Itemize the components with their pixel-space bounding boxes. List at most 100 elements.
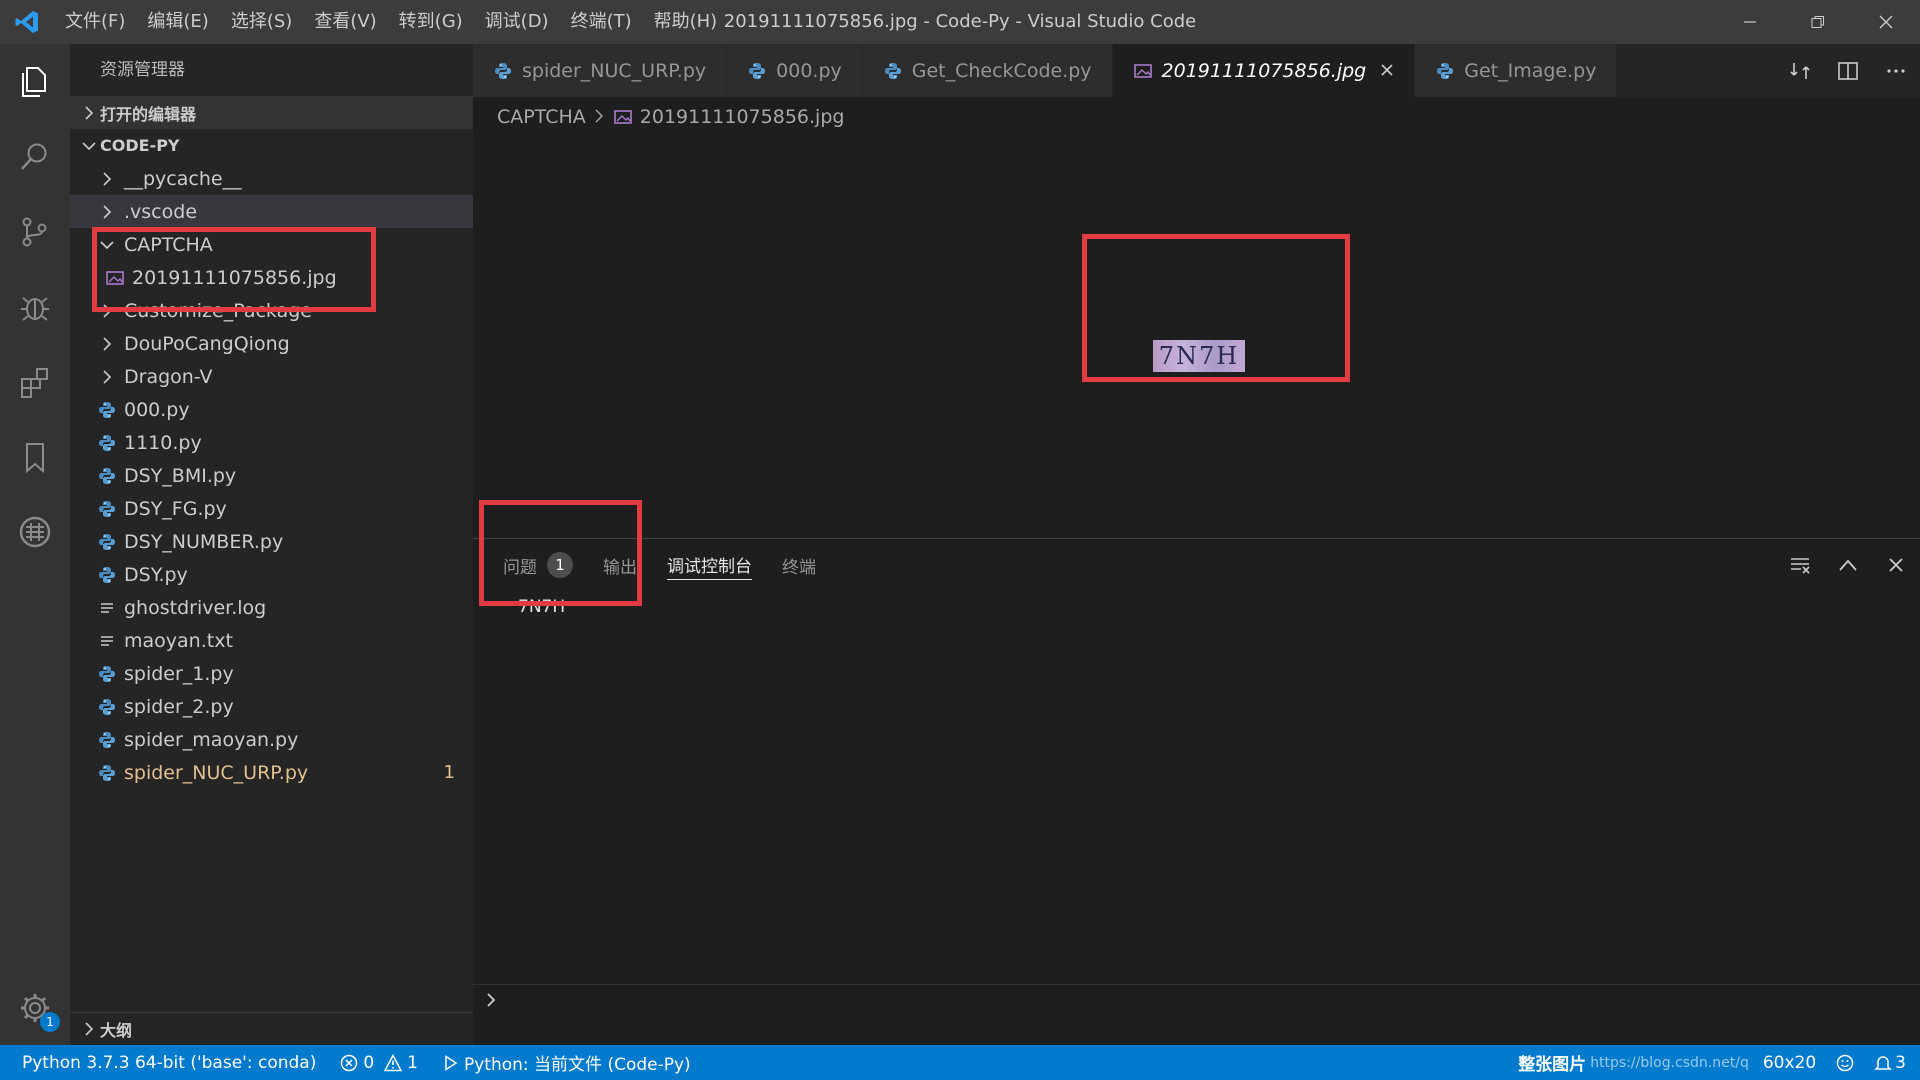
problems-status[interactable]: 0 1: [326, 1053, 428, 1073]
notifications[interactable]: 3: [1864, 1053, 1920, 1073]
menu-item[interactable]: 文件(F): [54, 0, 136, 44]
open-editors-section[interactable]: 打开的编辑器: [70, 96, 473, 129]
image-file-icon: [612, 106, 634, 128]
compare-changes-icon[interactable]: [1776, 44, 1824, 97]
clear-console-icon[interactable]: [1776, 539, 1824, 591]
breadcrumb-file[interactable]: 20191111075856.jpg: [640, 106, 845, 128]
warning-count: 1: [407, 1052, 418, 1073]
split-editor-icon[interactable]: [1824, 44, 1872, 97]
tree-file[interactable]: DSY_NUMBER.py: [70, 525, 473, 558]
python-interpreter[interactable]: Python 3.7.3 64-bit ('base': conda): [0, 1053, 326, 1073]
tab-label: 000.py: [776, 59, 842, 82]
tree-item-label: maoyan.txt: [124, 629, 233, 652]
tree-file[interactable]: DSY_BMI.py: [70, 459, 473, 492]
explorer-sidebar: 资源管理器 打开的编辑器 CODE-PY __pycache__ .vscode C…: [70, 44, 473, 1045]
debug-icon[interactable]: [0, 269, 70, 344]
outline-section[interactable]: 大纲: [70, 1012, 473, 1045]
panel-tab[interactable]: 终端: [782, 539, 816, 591]
tree-item-label: __pycache__: [124, 167, 242, 190]
python-file-icon: [883, 61, 903, 81]
console-input[interactable]: [473, 984, 1920, 1014]
panel-tabs: 问题 1 输出 调试控制台 终端: [473, 539, 1920, 591]
editor-tab[interactable]: Get_CheckCode.py: [862, 44, 1113, 97]
python-file-icon: [493, 61, 513, 81]
captcha-folder-highlight: [92, 227, 376, 312]
menu-item[interactable]: 编辑(E): [136, 0, 219, 44]
text-file-icon: [96, 630, 118, 652]
explorer-icon[interactable]: [0, 44, 70, 119]
tree-folder[interactable]: __pycache__: [70, 162, 473, 195]
tree-file[interactable]: ghostdriver.log: [70, 591, 473, 624]
menu-item[interactable]: 调试(D): [474, 0, 560, 44]
chevron-right-icon: [96, 336, 118, 351]
python-file-icon: [96, 762, 118, 784]
tree-file[interactable]: DSY_FG.py: [70, 492, 473, 525]
workspace-section[interactable]: CODE-PY: [70, 129, 473, 162]
remote-icon[interactable]: [0, 494, 70, 569]
breadcrumb-folder[interactable]: CAPTCHA: [497, 106, 586, 128]
python-file-icon: [96, 696, 118, 718]
bell-icon: [1874, 1055, 1892, 1070]
tree-file[interactable]: spider_2.py: [70, 690, 473, 723]
editor-tab[interactable]: 000.py: [727, 44, 863, 97]
menu-item[interactable]: 终端(T): [560, 0, 643, 44]
python-file-icon: [96, 399, 118, 421]
source-control-icon[interactable]: [0, 194, 70, 269]
menu-item[interactable]: 查看(V): [303, 0, 387, 44]
tree-file[interactable]: spider_maoyan.py: [70, 723, 473, 756]
tree-item-label: DSY_FG.py: [124, 497, 227, 520]
close-panel-icon[interactable]: [1872, 539, 1920, 591]
close-tab-icon[interactable]: [1380, 60, 1394, 82]
image-mode-label[interactable]: 整张图片: [1508, 1050, 1586, 1075]
menu-item[interactable]: 帮助(H): [643, 0, 729, 44]
error-icon: [341, 1054, 358, 1071]
problem-count: 1: [443, 762, 455, 783]
bottom-panel: 问题 1 输出 调试控制台 终端 7N7H: [473, 538, 1920, 1014]
editor-tab[interactable]: Get_Image.py: [1415, 44, 1618, 97]
tab-label: 20191111075856.jpg: [1161, 59, 1367, 82]
extensions-icon[interactable]: [0, 344, 70, 419]
editor-tab[interactable]: spider_NUC_URP.py: [473, 44, 728, 97]
tree-file[interactable]: DSY.py: [70, 558, 473, 591]
settings-badge: 1: [40, 1012, 60, 1032]
chevron-right-icon: [594, 106, 604, 128]
settings-gear-icon[interactable]: 1: [0, 970, 70, 1045]
python-file-icon: [1435, 61, 1455, 81]
more-actions-icon[interactable]: [1872, 44, 1920, 97]
maximize-panel-icon[interactable]: [1824, 539, 1872, 591]
status-bar: Python 3.7.3 64-bit ('base': conda) 0 1 …: [0, 1045, 1920, 1080]
tree-file[interactable]: spider_1.py: [70, 657, 473, 690]
tree-file[interactable]: 000.py: [70, 393, 473, 426]
tree-item-label: spider_NUC_URP.py: [124, 761, 309, 784]
chevron-down-icon: [78, 140, 100, 152]
run-config[interactable]: Python: 当前文件 (Code-Py): [428, 1050, 701, 1075]
minimize-button[interactable]: [1716, 0, 1784, 44]
tree-file[interactable]: spider_NUC_URP.py 1: [70, 756, 473, 789]
editor-tab[interactable]: 20191111075856.jpg: [1112, 44, 1416, 97]
title-bar: 文件(F) 编辑(E) 选择(S) 查看(V) 转到(G) 调试(D) 终端(T) 帮助(H)…: [0, 0, 1920, 44]
search-icon[interactable]: [0, 119, 70, 194]
tree-item-label: DouPoCangQiong: [124, 332, 290, 355]
panel-actions: [1776, 539, 1920, 591]
tree-file[interactable]: maoyan.txt: [70, 624, 473, 657]
tree-item-label: 000.py: [124, 398, 190, 421]
feedback-icon[interactable]: [1826, 1054, 1864, 1072]
tree-item-label: DSY.py: [124, 563, 188, 586]
tree-item-label: DSY_NUMBER.py: [124, 530, 284, 553]
tree-file[interactable]: 1110.py: [70, 426, 473, 459]
restore-button[interactable]: [1784, 0, 1852, 44]
tab-bar: spider_NUC_URP.py 000.py Get_CheckCode.py 2…: [473, 44, 1920, 97]
tree-folder[interactable]: .vscode: [70, 195, 473, 228]
play-icon: [445, 1054, 458, 1071]
open-editors-label: 打开的编辑器: [100, 104, 197, 124]
image-dimensions[interactable]: 60x20: [1753, 1053, 1826, 1073]
console-output-highlight: [479, 500, 642, 606]
tree-folder[interactable]: Dragon-V: [70, 360, 473, 393]
menu-item[interactable]: 转到(G): [388, 0, 474, 44]
window-controls: [1716, 0, 1920, 44]
tree-folder[interactable]: DouPoCangQiong: [70, 327, 473, 360]
menu-item[interactable]: 选择(S): [220, 0, 303, 44]
close-window-button[interactable]: [1852, 0, 1920, 44]
bookmark-icon[interactable]: [0, 419, 70, 494]
panel-tab[interactable]: 调试控制台: [667, 550, 752, 580]
